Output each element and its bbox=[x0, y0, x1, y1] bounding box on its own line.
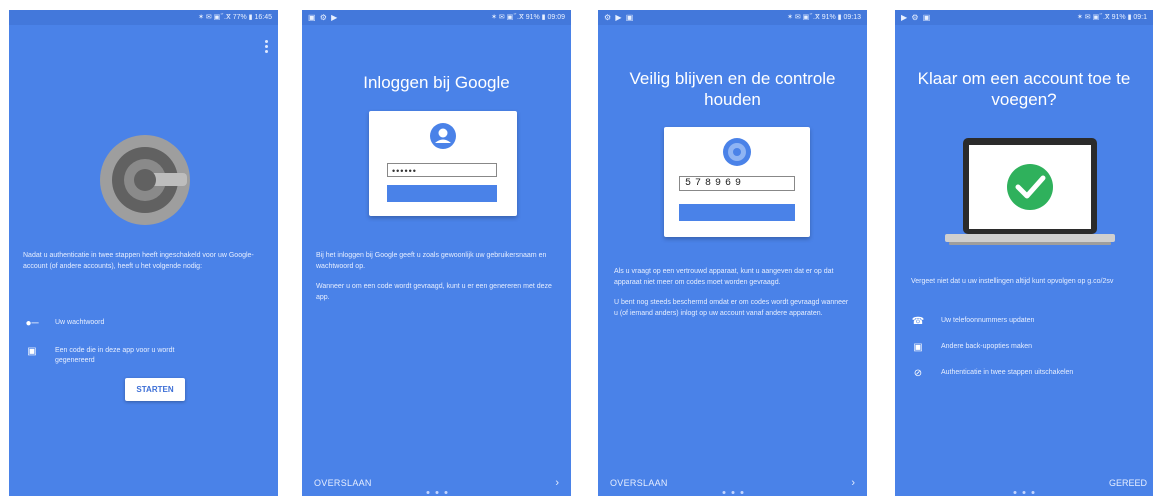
status-icons-left: ⚙ ▶ ▣ bbox=[604, 13, 635, 22]
status-icons-right: ✶ ✉ ▣ ⷵ .ⴳ 77% ▮ 16:45 bbox=[198, 14, 272, 21]
status-icons-right: ✶ ✉ ▣ ⷵ .ⴳ 91% ▮ 09:13 bbox=[787, 14, 861, 21]
paragraph: Als u vraagt op een vertrouwd apparaat, … bbox=[614, 268, 834, 286]
status-bar: ✶ ✉ ▣ ⷵ .ⴳ 77% ▮ 16:45 bbox=[9, 10, 278, 25]
next-arrow-icon[interactable]: › bbox=[851, 477, 855, 489]
footer: GEREED bbox=[895, 468, 1153, 496]
sign-in-bar bbox=[387, 185, 497, 202]
screen-title: Veilig blijven en de controle houden bbox=[629, 69, 836, 109]
screen-title: Klaar om een account toe te voegen? bbox=[917, 69, 1131, 109]
lock-icon: ▣ bbox=[913, 342, 923, 353]
intro-text: Nadat u authenticatie in twee stappen he… bbox=[23, 252, 254, 270]
status-icons-right: ✶ ✉ ▣ ⷵ .ⴳ 91% ▮ 09:09 bbox=[491, 14, 565, 21]
paragraph: Wanneer u om een code wordt gevraagd, ku… bbox=[316, 283, 552, 301]
footer: OVERSLAAN › bbox=[302, 468, 571, 496]
authenticator-logo bbox=[100, 135, 190, 225]
start-button[interactable]: STARTEN bbox=[125, 378, 185, 401]
list-item: ▣ Een code die in deze app voor u wordt … bbox=[25, 344, 268, 372]
page-indicator bbox=[423, 481, 450, 496]
code-illustration: 578969 bbox=[664, 127, 810, 237]
screen-stay-secure: ⚙ ▶ ▣ ✶ ✉ ▣ ⷵ .ⴳ 91% ▮ 09:13 Veilig blij… bbox=[598, 10, 867, 496]
password-field: •••••• bbox=[387, 163, 497, 177]
status-icons-left: ▣ ⚙ ▶ bbox=[308, 13, 339, 22]
screen-ready: ▶ ⚙ ▣ ✶ ✉ ▣ ⷵ .ⴳ 91% ▮ 09:1 Klaar om een… bbox=[895, 10, 1153, 496]
confirm-bar bbox=[679, 204, 795, 221]
screen-sign-in: ▣ ⚙ ▶ ✶ ✉ ▣ ⷵ .ⴳ 91% ▮ 09:09 Inloggen bi… bbox=[302, 10, 571, 496]
list-item: ⊘ Authenticatie in twee stappen uitschak… bbox=[911, 366, 1143, 390]
list-item: ●─ Uw wachtwoord bbox=[25, 316, 268, 340]
item-label: Een code die in deze app voor u wordt ge… bbox=[55, 347, 175, 364]
status-icons-left: ▶ ⚙ ▣ bbox=[901, 13, 932, 22]
authenticator-badge-icon bbox=[723, 138, 751, 166]
login-illustration: •••••• bbox=[369, 111, 517, 216]
status-bar: ▶ ⚙ ▣ ✶ ✉ ▣ ⷵ .ⴳ 91% ▮ 09:1 bbox=[895, 10, 1153, 25]
screen-welcome: ✶ ✉ ▣ ⷵ .ⴳ 77% ▮ 16:45 Nadat u authentic… bbox=[9, 10, 278, 496]
status-icons-right: ✶ ✉ ▣ ⷵ .ⴳ 91% ▮ 09:1 bbox=[1076, 14, 1147, 21]
list-item: ▣ Andere back-upopties maken bbox=[911, 340, 1143, 364]
status-bar: ▣ ⚙ ▶ ✶ ✉ ▣ ⷵ .ⴳ 91% ▮ 09:09 bbox=[302, 10, 571, 25]
item-label: Andere back-upopties maken bbox=[941, 343, 1033, 350]
footer: OVERSLAAN › bbox=[598, 468, 867, 496]
page-indicator bbox=[1011, 481, 1038, 496]
item-label: Uw wachtwoord bbox=[55, 319, 105, 326]
status-bar: ⚙ ▶ ▣ ✶ ✉ ▣ ⷵ .ⴳ 91% ▮ 09:13 bbox=[598, 10, 867, 25]
item-label: Authenticatie in twee stappen uitschakel… bbox=[941, 369, 1074, 376]
list-item: ☎ Uw telefoonnummers updaten bbox=[911, 314, 1143, 338]
account-icon bbox=[430, 123, 456, 149]
more-options-icon[interactable] bbox=[265, 40, 268, 55]
item-label: Uw telefoonnummers updaten bbox=[941, 317, 1035, 324]
intro-text: Vergeet niet dat u uw instellingen altij… bbox=[911, 278, 1114, 285]
page-indicator bbox=[719, 481, 746, 496]
skip-button[interactable]: OVERSLAAN bbox=[610, 478, 668, 488]
done-button[interactable]: GEREED bbox=[1109, 478, 1147, 488]
phone-icon: ☎ bbox=[911, 316, 925, 327]
lock-icon: ▣ bbox=[27, 346, 37, 357]
skip-button[interactable]: OVERSLAAN bbox=[314, 478, 372, 488]
block-icon: ⊘ bbox=[913, 368, 923, 379]
key-icon: ●─ bbox=[25, 318, 39, 329]
verification-code: 578969 bbox=[679, 176, 795, 191]
laptop-illustration bbox=[945, 138, 1115, 245]
screen-title: Inloggen bij Google bbox=[363, 73, 510, 92]
paragraph: U bent nog steeds beschermd omdat er om … bbox=[614, 299, 849, 317]
next-arrow-icon[interactable]: › bbox=[555, 477, 559, 489]
paragraph: Bij het inloggen bij Google geeft u zoal… bbox=[316, 252, 547, 270]
